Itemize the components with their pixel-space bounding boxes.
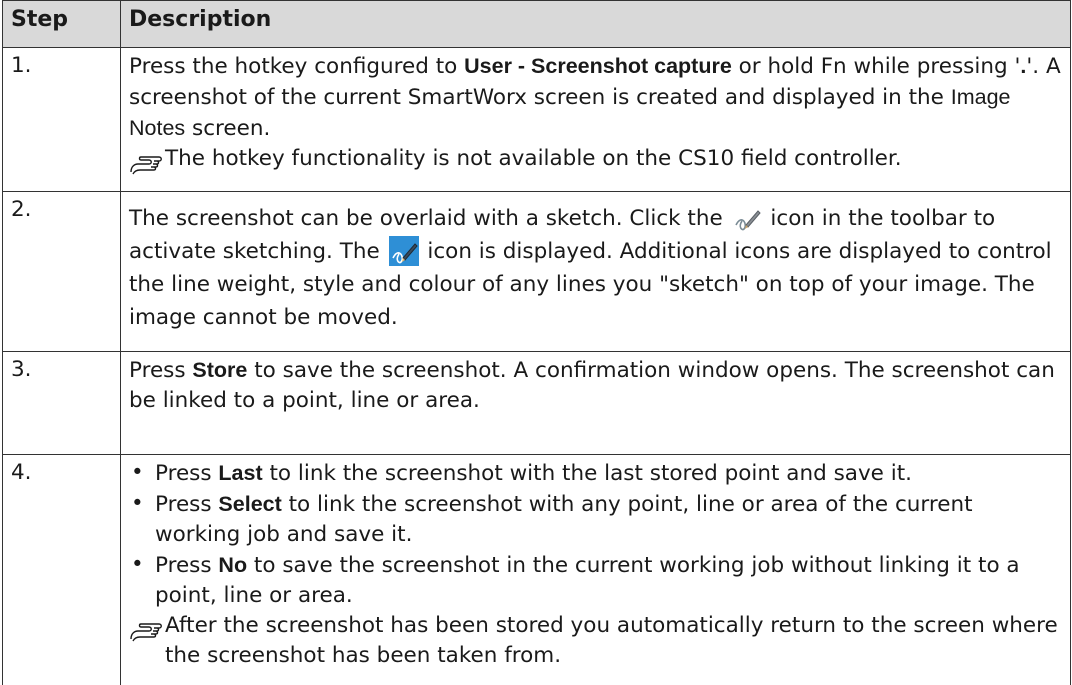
text-fragment: Press xyxy=(155,461,218,486)
note-block: After the screenshot has been stored you… xyxy=(129,611,1062,671)
header-step: Step xyxy=(3,1,121,48)
note-text: After the screenshot has been stored you… xyxy=(165,611,1062,671)
note-text: The hotkey functionality is not availabl… xyxy=(165,144,1062,174)
ui-reference-label: Store xyxy=(192,358,247,382)
text-fragment: to link the screenshot with the last sto… xyxy=(263,461,912,486)
pointing-hand-icon xyxy=(129,611,165,643)
text-fragment: Press xyxy=(155,492,218,517)
bullet-icon: • xyxy=(131,458,144,488)
table-row: 1. Press the hotkey configured to User -… xyxy=(3,48,1071,192)
table-row: 2. The screenshot can be overlaid with a… xyxy=(3,192,1071,352)
note-block: The hotkey functionality is not availabl… xyxy=(129,144,1062,176)
description-paragraph: Press the hotkey configured to User - Sc… xyxy=(129,51,1062,144)
text-fragment: to save the screenshot in the current wo… xyxy=(155,553,1020,608)
list-item: •Press Select to link the screenshot wit… xyxy=(129,489,1062,550)
text-fragment: Press the hotkey configured to xyxy=(129,54,464,79)
ui-reference-label: Select xyxy=(218,492,281,516)
step-number: 2. xyxy=(3,192,121,352)
text-fragment: Press xyxy=(155,553,218,578)
bullet-icon: • xyxy=(131,489,144,519)
sketch-pen-icon xyxy=(732,203,762,233)
ui-reference-label: User - Screenshot capture xyxy=(464,54,732,78)
step-description: Press the hotkey configured to User - Sc… xyxy=(121,48,1071,192)
text-fragment: The screenshot can be overlaid with a sk… xyxy=(129,206,730,231)
step-number: 4. xyxy=(3,455,121,685)
table-header-row: Step Description xyxy=(3,1,1071,48)
ui-reference-label: No xyxy=(218,553,247,577)
bullet-icon: • xyxy=(131,550,144,580)
table-row: 4. • Press Last to link the screenshot wi… xyxy=(3,455,1071,685)
list-item: • Press No to save the screenshot in the … xyxy=(129,550,1062,611)
step-number: 1. xyxy=(3,48,121,192)
text-fragment: screen. xyxy=(185,116,270,141)
option-list: • Press Last to link the screenshot with … xyxy=(129,458,1062,611)
list-item: • Press Last to link the screenshot with … xyxy=(129,458,1062,489)
step-description: The screenshot can be overlaid with a sk… xyxy=(121,192,1071,352)
step-description: Press Store to save the screenshot. A co… xyxy=(121,352,1071,455)
step-description-table: Step Description 1. Press the hotkey con… xyxy=(2,0,1071,685)
text-fragment: to save the screenshot. A confirmation w… xyxy=(129,358,1055,413)
header-description: Description xyxy=(121,1,1071,48)
text-fragment: Press xyxy=(129,358,192,383)
pointing-hand-icon xyxy=(129,144,165,176)
ui-reference-label: Last xyxy=(218,461,262,485)
step-description: • Press Last to link the screenshot with … xyxy=(121,455,1071,685)
step-number: 3. xyxy=(3,352,121,455)
text-fragment: or hold Fn while pressing ' xyxy=(732,54,1021,79)
sketch-pen-active-icon xyxy=(389,236,419,266)
table-row: 3. Press Store to save the screenshot. A… xyxy=(3,352,1071,455)
